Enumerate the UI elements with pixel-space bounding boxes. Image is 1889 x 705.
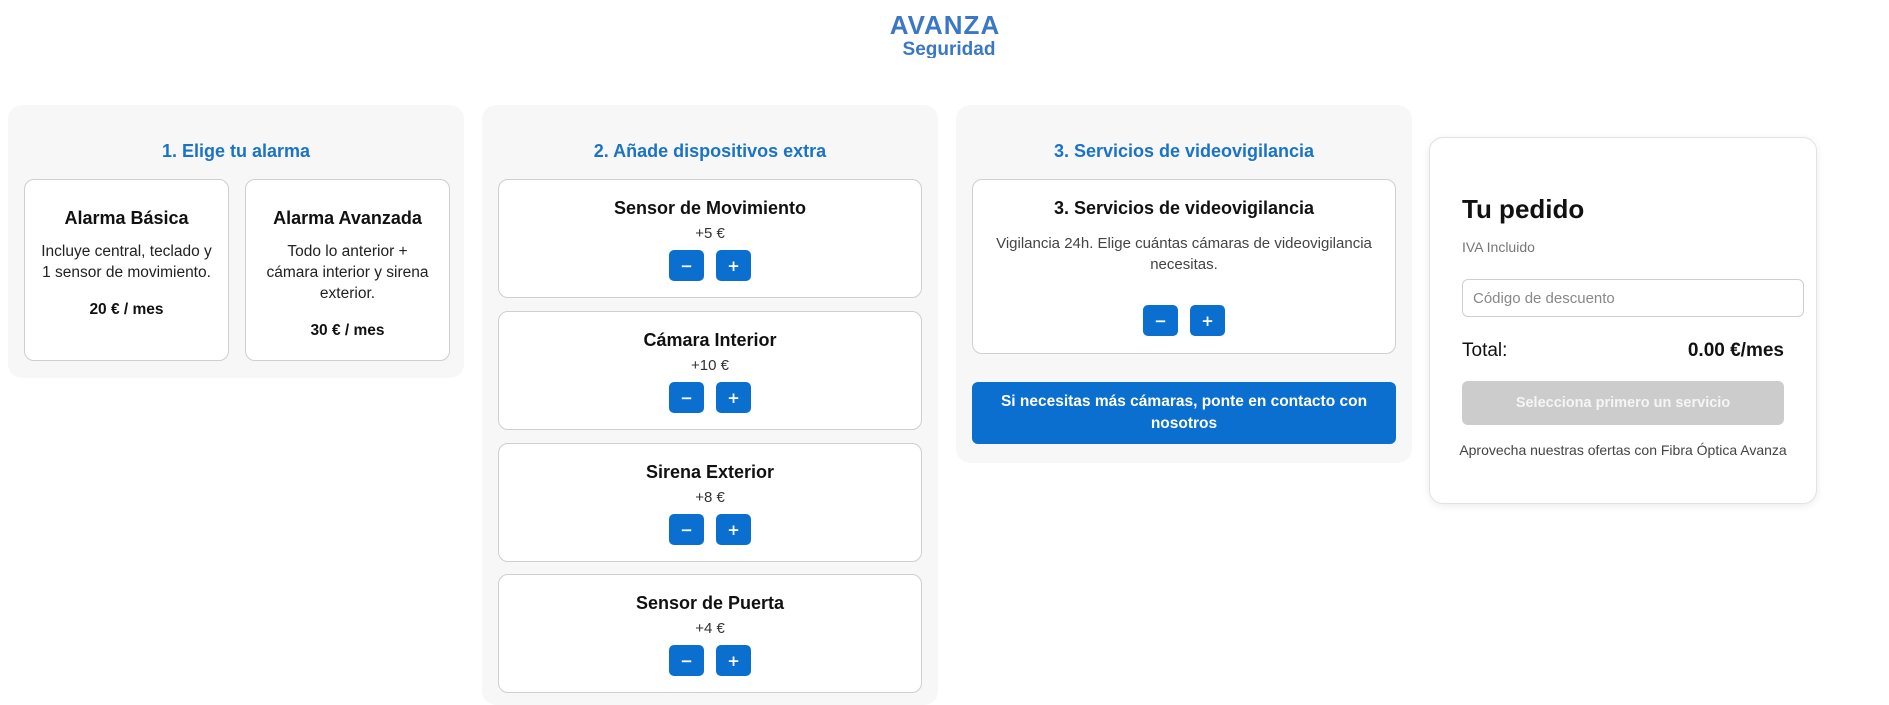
svg-text:AVANZA: AVANZA [889, 10, 999, 40]
order-title: Tu pedido [1462, 194, 1585, 224]
device-price: +8 € [695, 489, 725, 506]
device-card-door-sensor: Sensor de Puerta +4 € − + [498, 574, 922, 693]
device-card-outdoor-siren: Sirena Exterior +8 € − + [498, 443, 922, 562]
device-name: Sirena Exterior [645, 462, 775, 482]
alarm-panel: 1. Elige tu alarma Alarma Básica Incluye… [8, 105, 464, 378]
device-price: +4 € [695, 620, 725, 637]
video-service-card: 3. Servicios de videovigilancia Vigilanc… [972, 179, 1396, 354]
extras-panel-title: 2. Añade dispositivos extra [593, 141, 827, 161]
checkout-button[interactable]: Selecciona primero un servicio [1462, 381, 1784, 425]
device-name: Cámara Interior [643, 330, 777, 350]
total-value: 0.00 €/mes [1687, 340, 1784, 361]
video-service-description: Vigilancia 24h. Elige cuántas cámaras de… [996, 235, 1372, 273]
decrease-button[interactable]: − [669, 645, 704, 676]
decrease-button[interactable]: − [1143, 305, 1178, 336]
plan-price: 20 € / mes [89, 301, 164, 318]
decrease-button[interactable]: − [669, 250, 704, 281]
plan-card-basic[interactable]: Alarma Básica Incluye central, teclado y… [24, 179, 229, 361]
svg-text:Seguridad: Seguridad [902, 39, 995, 58]
video-service-title: 3. Servicios de videovigilancia [1053, 198, 1315, 218]
device-card-motion-sensor: Sensor de Movimiento +5 € − + [498, 179, 922, 298]
plan-description: Todo lo anterior + cámara interior y sir… [266, 243, 429, 302]
plan-name: Alarma Básica [64, 208, 189, 228]
increase-button[interactable]: + [716, 382, 751, 413]
promo-text: Aprovecha nuestras ofertas con Fibra Ópt… [1459, 442, 1787, 458]
plan-price: 30 € / mes [310, 322, 385, 339]
increase-button[interactable]: + [716, 514, 751, 545]
plan-description: Incluye central, teclado y 1 sensor de m… [41, 243, 212, 281]
extras-panel: 2. Añade dispositivos extra Sensor de Mo… [482, 105, 938, 705]
device-name: Sensor de Movimiento [613, 198, 807, 218]
increase-button[interactable]: + [716, 250, 751, 281]
avanza-logo-icon: AVANZA Seguridad [889, 10, 999, 58]
plan-card-advanced[interactable]: Alarma Avanzada Todo lo anterior + cámar… [245, 179, 450, 361]
decrease-button[interactable]: − [669, 514, 704, 545]
increase-button[interactable]: + [716, 645, 751, 676]
video-panel: 3. Servicios de videovigilancia 3. Servi… [956, 105, 1412, 463]
total-label: Total: [1462, 340, 1508, 361]
device-price: +10 € [691, 357, 729, 374]
brand-logo: AVANZA Seguridad [0, 10, 1889, 63]
device-price: +5 € [695, 225, 725, 242]
increase-button[interactable]: + [1190, 305, 1225, 336]
discount-code-input[interactable] [1462, 279, 1804, 317]
video-panel-title: 3. Servicios de videovigilancia [1053, 141, 1315, 161]
vat-note: IVA Incluido [1462, 239, 1535, 255]
alarm-panel-title: 1. Elige tu alarma [161, 141, 311, 161]
decrease-button[interactable]: − [669, 382, 704, 413]
contact-us-button[interactable]: Si necesitas más cámaras, ponte en conta… [972, 382, 1396, 444]
device-name: Sensor de Puerta [635, 593, 785, 613]
device-card-indoor-camera: Cámara Interior +10 € − + [498, 311, 922, 430]
order-summary: Tu pedido IVA Incluido Total: 0.00 €/mes… [1429, 137, 1817, 504]
plan-name: Alarma Avanzada [273, 208, 422, 228]
